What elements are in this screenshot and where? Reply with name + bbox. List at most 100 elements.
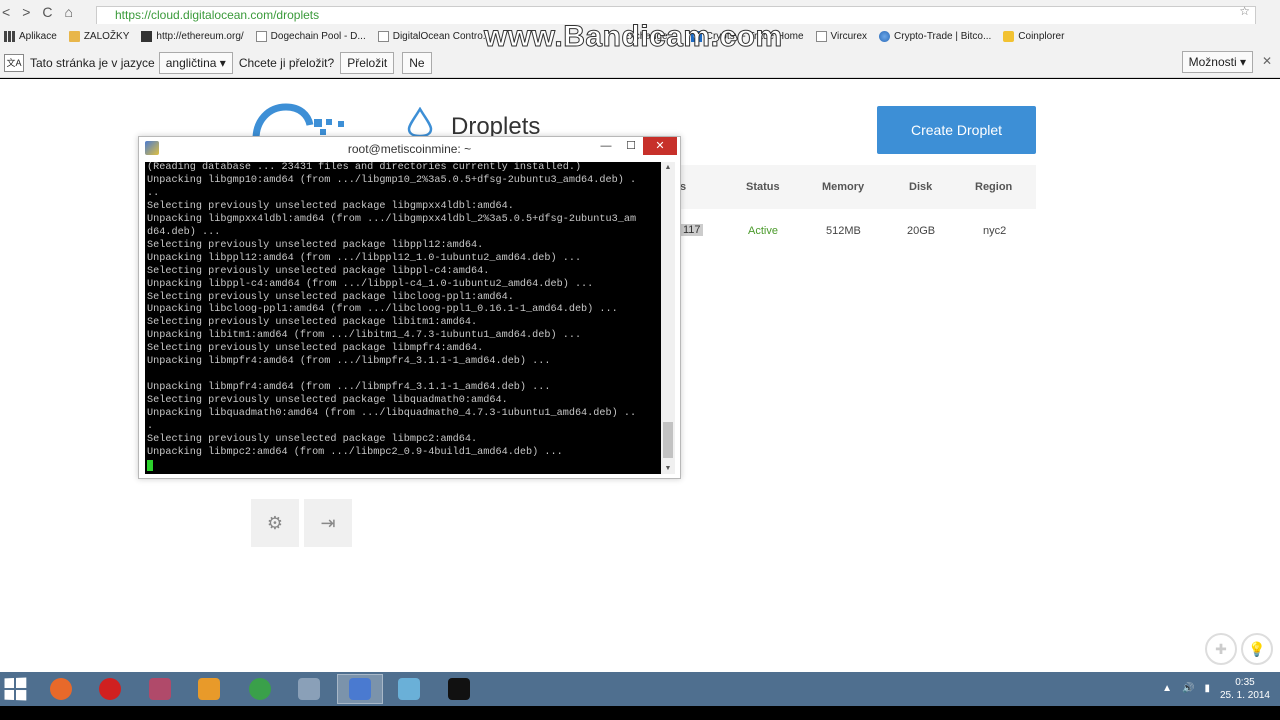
reload-icon[interactable]: C: [42, 4, 52, 20]
taskbar-app-chrome[interactable]: [237, 674, 283, 704]
bookmark-label: DigitalOcean Contro...: [392, 30, 492, 42]
bookmark-item[interactable]: http://ethereum.org/: [141, 30, 244, 42]
taskbar-app-app[interactable]: [137, 674, 183, 704]
bookmark-item[interactable]: Coinplorer: [1003, 30, 1065, 42]
terminal-prompt: [147, 459, 661, 474]
folder-icon: [68, 30, 80, 42]
minimize-button[interactable]: —: [593, 137, 619, 155]
terminal-output[interactable]: (Reading database ... 23431 files and di…: [145, 162, 661, 474]
terminal-line: (Reading database ... 23431 files and di…: [147, 162, 582, 173]
ip-address[interactable]: 117: [681, 224, 703, 236]
bookmark-label: Coinplorer: [1018, 30, 1065, 42]
lightbulb-icon[interactable]: 💡: [1241, 633, 1273, 665]
terminal-line: Unpacking libitm1:amd64 (from .../libitm…: [147, 330, 582, 342]
bookmark-star-icon[interactable]: ☆: [1239, 4, 1250, 18]
terminal-line: Unpacking libmpfr4:amd64 (from .../libmp…: [147, 356, 551, 368]
maximize-button[interactable]: ☐: [619, 137, 643, 155]
coin-icon: [1003, 30, 1015, 42]
clock-date: 25. 1. 2014: [1219, 690, 1270, 701]
putty-terminal-window[interactable]: root@metiscoinmine: ~ — ☐ ✕ (Reading dat…: [138, 136, 681, 479]
droplet-icon: [407, 107, 433, 137]
translate-icon: 文A: [4, 53, 24, 72]
bookmark-label: Vircurex: [830, 30, 868, 42]
app-blue-icon: [398, 678, 420, 700]
url-text: https://cloud.digitalocean.com/droplets: [115, 8, 320, 22]
options-dropdown[interactable]: Možnosti ▾: [1181, 51, 1253, 73]
taskbar-app-cmd[interactable]: [436, 674, 482, 704]
terminal-line: Unpacking libppl12:amd64 (from .../libpp…: [147, 252, 582, 264]
taskbar-app-putty[interactable]: [337, 674, 383, 704]
calculator-icon: [298, 678, 320, 700]
home-icon[interactable]: ⌂: [65, 4, 73, 20]
putty-icon: [349, 678, 371, 700]
taskbar-app-opera[interactable]: [87, 674, 133, 704]
media-player-icon: [198, 678, 220, 700]
logout-button[interactable]: ⇥: [304, 499, 352, 547]
terminal-line: .: [147, 421, 154, 433]
tray-arrow-icon[interactable]: ▲: [1162, 683, 1172, 694]
volume-icon[interactable]: 🔊: [1182, 683, 1194, 694]
taskbar-app-firefox[interactable]: [38, 674, 84, 704]
disk-value: 20GB: [907, 225, 936, 237]
create-droplet-button[interactable]: Create Droplet: [877, 106, 1036, 154]
network-icon[interactable]: ▮: [1204, 683, 1210, 694]
terminal-line: Unpacking libgmpxx4ldbl:amd64 (from .../…: [147, 213, 637, 225]
terminal-line: Selecting previously unselected package …: [147, 317, 478, 329]
bookmark-item[interactable]: Dogechain Pool - D...: [255, 30, 366, 42]
forward-icon[interactable]: >: [22, 4, 30, 20]
page-icon: [377, 30, 389, 42]
close-icon[interactable]: ✕: [1262, 54, 1272, 68]
column-header[interactable]: Memory: [822, 181, 864, 193]
ethereum-icon: [141, 30, 153, 42]
region-value: nyc2: [983, 225, 1007, 237]
bookmark-item[interactable]: DigitalOcean Contro...: [377, 30, 492, 42]
terminal-line: Selecting previously unselected package …: [147, 343, 484, 355]
taskbar-app-calculator[interactable]: [286, 674, 332, 704]
terminal-scrollbar[interactable]: ▲ ▼: [661, 162, 675, 474]
language-select[interactable]: angličtina ▾: [158, 51, 233, 74]
options-label: Možnosti: [1188, 55, 1237, 69]
globe-icon: [879, 30, 891, 42]
bookmark-label: http://ethereum.org/: [156, 30, 244, 42]
translate-question: Chcete ji přeložit?: [238, 55, 335, 70]
settings-button[interactable]: ⚙: [251, 499, 299, 547]
terminal-cursor: [147, 459, 153, 471]
recording-watermark: www.Bandicam.com: [484, 20, 783, 54]
chevron-down-icon: ▾: [1239, 55, 1246, 69]
support-icon[interactable]: ✚: [1205, 633, 1237, 665]
digitalocean-logo[interactable]: [250, 101, 350, 141]
back-icon[interactable]: <: [2, 4, 10, 20]
nav-buttons: < > C ⌂: [2, 4, 73, 20]
terminal-line: d64.deb) ...: [147, 226, 221, 238]
column-header[interactable]: Status: [746, 181, 780, 193]
scrollbar-thumb[interactable]: [663, 422, 673, 458]
clock[interactable]: 0:35 25. 1. 2014: [1220, 676, 1270, 702]
bookmark-item[interactable]: ZALOŽKY: [68, 30, 129, 42]
translate-button[interactable]: Přeložit: [340, 51, 395, 74]
chrome-icon: [249, 678, 271, 700]
apps-icon: [4, 30, 15, 42]
terminal-line: Selecting previously unselected package …: [147, 239, 484, 251]
taskbar-app-app-blue[interactable]: [386, 674, 432, 704]
terminal-line: Selecting previously unselected package …: [147, 200, 514, 212]
scroll-up-icon[interactable]: ▲: [661, 164, 675, 171]
start-button-windows-icon[interactable]: [4, 677, 27, 701]
column-header[interactable]: Region: [975, 181, 1012, 193]
opera-icon: [99, 678, 121, 700]
taskbar-app-media-player[interactable]: [186, 674, 232, 704]
close-window-button[interactable]: ✕: [643, 137, 677, 155]
terminal-line: Unpacking libcloog-ppl1:amd64 (from .../…: [147, 304, 618, 316]
terminal-line: Selecting previously unselected package …: [147, 434, 478, 446]
bookmark-item[interactable]: Vircurex: [815, 30, 868, 42]
column-header[interactable]: Disk: [909, 181, 932, 193]
page-icon: [255, 30, 267, 42]
language-select-value: angličtina: [165, 55, 217, 70]
table-header: s Status Memory Disk Region: [676, 165, 1036, 209]
terminal-line: Unpacking libppl-c4:amd64 (from .../libp…: [147, 278, 594, 290]
bookmark-item[interactable]: Crypto-Trade | Bitco...: [879, 30, 991, 42]
bookmark-item[interactable]: Aplikace: [4, 30, 57, 42]
no-translate-button[interactable]: Ne: [402, 51, 432, 74]
terminal-titlebar[interactable]: root@metiscoinmine: ~ — ☐ ✕: [139, 137, 680, 159]
scroll-down-icon[interactable]: ▼: [661, 465, 675, 472]
